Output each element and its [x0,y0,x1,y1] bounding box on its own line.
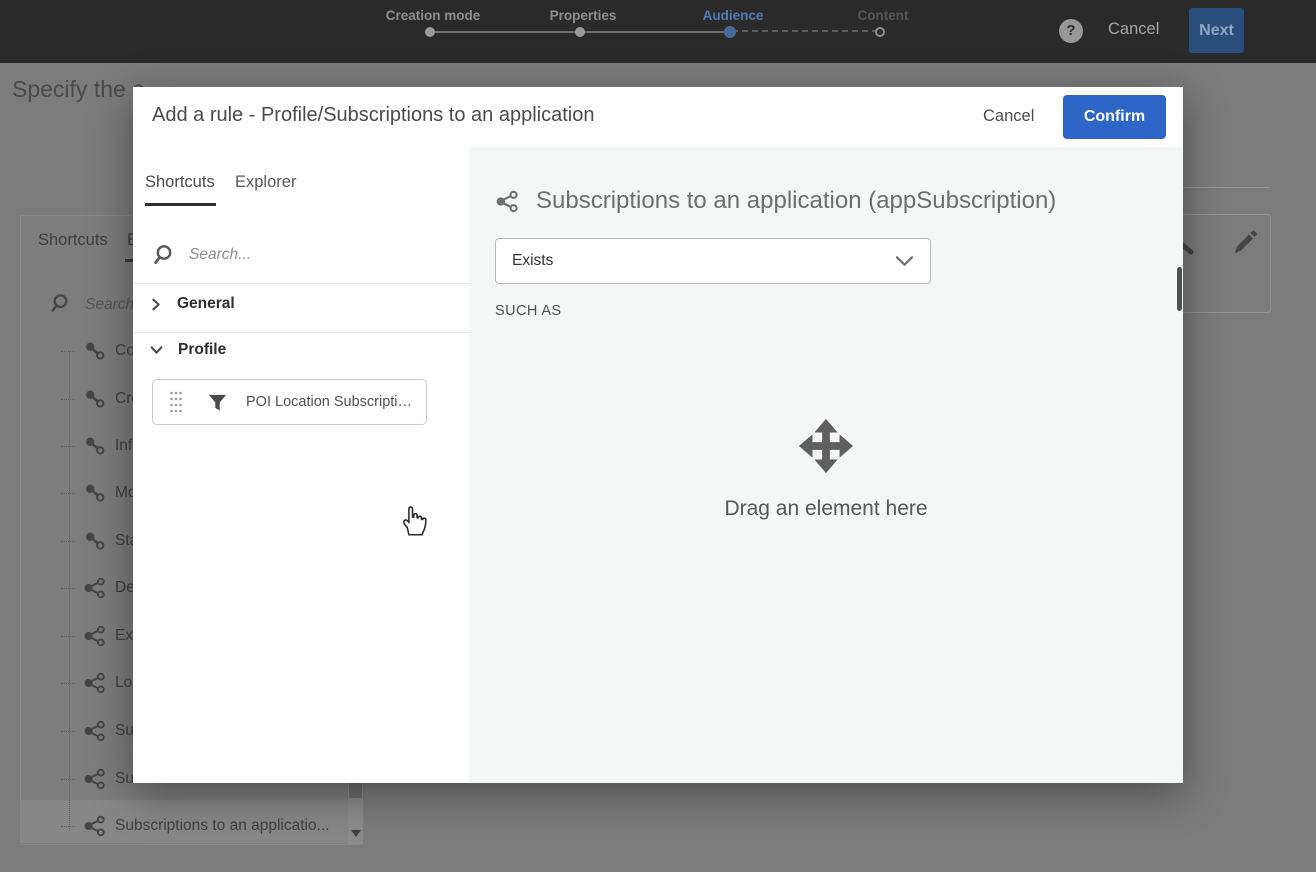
chevron-right-icon [152,298,160,310]
operator-select[interactable]: Exists [495,238,931,284]
chevron-down-icon [150,346,163,354]
active-tab-underline [145,203,216,206]
pencil-icon [1235,230,1257,253]
link-icon [86,484,105,502]
share-icon [84,577,105,599]
search-input[interactable] [189,246,409,264]
wizard-cancel-button: Cancel [1108,20,1160,38]
page-heading: Specify the e [12,76,145,102]
scroll-down-arrow-icon [351,830,361,837]
step-properties: Properties [549,8,617,23]
help-icon: ? [1059,19,1083,43]
top-navigation-bar: Creation mode Properties Audience Conten… [0,0,1316,63]
step-content: Content [857,8,909,23]
progress-line-upcoming [732,30,878,32]
step-dot-properties [575,27,585,37]
share-icon [496,190,518,212]
poi-location-subscription-item[interactable]: POI Location Subscripti… [152,379,427,425]
drop-zone[interactable]: Drag an element here [626,417,1026,617]
search-icon [51,294,68,312]
share-icon [84,625,105,647]
chevron-down-icon [895,256,914,266]
divider [133,332,469,333]
link-icon [86,437,105,455]
link-icon [86,342,105,360]
drag-handle-icon[interactable] [169,390,183,414]
link-icon [86,532,105,550]
wizard-next-button: Next [1189,8,1244,53]
cancel-button[interactable]: Cancel [983,107,1034,126]
drop-hint-text: Drag an element here [724,497,928,520]
search-field[interactable] [153,239,453,271]
link-icon [86,390,105,408]
section-profile[interactable]: Profile [149,341,226,359]
add-rule-dialog: Add a rule - Profile/Subscriptions to an… [133,87,1183,783]
hand-cursor [403,506,427,536]
step-dot-content [875,27,885,37]
dialog-title: Add a rule - Profile/Subscriptions to an… [152,104,595,126]
rule-editor-pane: Subscriptions to an application (appSubs… [469,147,1183,783]
list-item: Subscriptions to an applicatio... [61,811,330,841]
modal-scrollbar-thumb[interactable] [1177,267,1182,311]
share-icon [84,815,105,837]
filter-icon [208,394,227,411]
operator-value: Exists [512,252,554,269]
step-dot-audience [724,26,736,38]
section-general[interactable]: General [149,295,235,313]
bg-scrollbar-thumb [349,782,362,798]
step-dot-creation-mode [425,27,435,37]
share-icon [84,720,105,742]
move-icon [798,418,854,474]
poi-item-label: POI Location Subscripti… [246,394,413,410]
step-audience: Audience [702,8,764,23]
shortcuts-pane: Shortcuts Explorer General Profile [133,147,469,783]
confirm-button[interactable]: Confirm [1063,95,1166,139]
tab-shortcuts[interactable]: Shortcuts [145,173,215,192]
tab-explorer[interactable]: Explorer [235,173,296,192]
share-icon [84,672,105,694]
search-icon [154,245,172,265]
bg-tab-shortcuts: Shortcuts [38,231,108,249]
step-creation-mode: Creation mode [385,8,481,23]
share-icon [84,768,105,790]
such-as-label: SUCH AS [495,303,562,319]
divider [133,283,469,284]
rule-title: Subscriptions to an application (appSubs… [536,187,1057,214]
